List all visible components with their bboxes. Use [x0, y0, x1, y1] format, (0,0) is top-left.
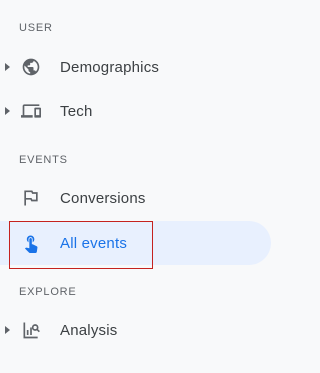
nav-item-analysis[interactable]: Analysis: [0, 308, 271, 352]
nav-item-label: Conversions: [60, 189, 146, 207]
nav-item-conversions[interactable]: Conversions: [0, 176, 271, 220]
devices-icon: [21, 101, 41, 121]
nav-item-label: Analysis: [60, 321, 118, 339]
section-header-events: EVENTS: [19, 154, 68, 166]
nav-item-label: All events: [60, 234, 128, 252]
nav-item-label: Tech: [60, 102, 93, 120]
section-header-explore: EXPLORE: [19, 286, 77, 298]
expand-caret-icon[interactable]: [5, 326, 10, 334]
nav-item-tech[interactable]: Tech: [0, 89, 271, 133]
globe-icon: [21, 57, 41, 77]
section-header-user: USER: [19, 22, 53, 34]
analysis-icon: [21, 320, 41, 340]
flag-icon: [21, 188, 41, 208]
sidebar-nav: USER Demographics Tech EVENTS Conversion…: [0, 0, 278, 373]
expand-caret-icon[interactable]: [5, 63, 10, 71]
nav-item-label: Demographics: [60, 58, 160, 76]
expand-caret-icon[interactable]: [5, 107, 10, 115]
touch-icon: [21, 233, 41, 253]
nav-item-all-events[interactable]: All events: [0, 221, 271, 265]
nav-item-demographics[interactable]: Demographics: [0, 45, 271, 89]
